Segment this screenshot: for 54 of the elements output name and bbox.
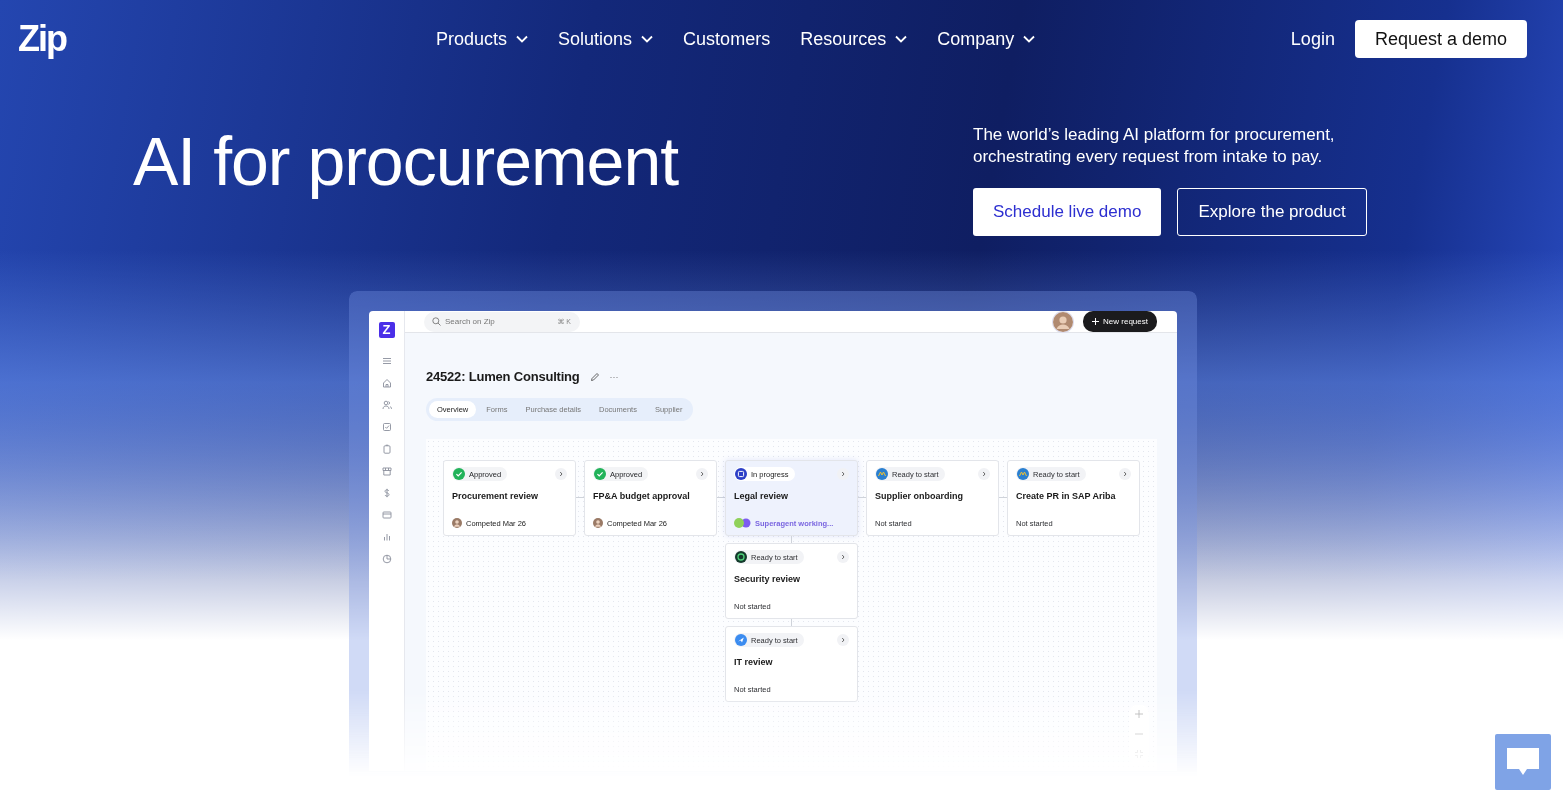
bar-chart-icon[interactable] <box>381 532 392 542</box>
home-icon[interactable] <box>381 378 392 388</box>
login-link[interactable]: Login <box>1290 28 1335 50</box>
pencil-icon[interactable] <box>589 371 600 382</box>
chevron-down-icon <box>516 35 529 43</box>
dollar-icon[interactable] <box>381 488 392 498</box>
stage-title: FP&A budget approval <box>593 491 691 501</box>
stage-title: Create PR in SAP Ariba <box>1016 491 1117 501</box>
new-request-button[interactable]: New request <box>1083 311 1157 332</box>
logo[interactable]: Zip <box>18 18 436 60</box>
nav-link[interactable]: Customers <box>683 28 771 50</box>
chevron-right-icon[interactable] <box>978 468 990 480</box>
pie-chart-icon[interactable] <box>381 554 392 564</box>
request-title: 24522: Lumen Consulting <box>426 369 580 384</box>
chevron-right-icon[interactable] <box>837 551 849 563</box>
hero-title: AI for procurement <box>133 122 680 201</box>
card-icon[interactable] <box>381 510 392 520</box>
person-avatar-icon <box>452 518 462 528</box>
nav-link[interactable]: Company <box>937 28 1036 50</box>
clipboard-icon[interactable] <box>381 444 392 454</box>
nav-link[interactable]: Resources <box>800 28 908 50</box>
stage-title: Procurement review <box>452 491 540 501</box>
menu-icon[interactable] <box>381 356 392 366</box>
explore-product-button[interactable]: Explore the product <box>1177 188 1367 236</box>
hero-tagline: The world’s leading AI platform for procurement, orchestrating every request from intake to pay. <box>973 124 1336 168</box>
users-icon[interactable] <box>381 400 392 410</box>
stage-title: Security review <box>734 574 802 584</box>
nav-link[interactable]: Products <box>436 28 529 50</box>
nav-link[interactable]: Solutions <box>558 28 654 50</box>
plus-icon <box>1092 318 1100 325</box>
zoom-in-icon[interactable] <box>1135 710 1143 718</box>
chevron-right-icon[interactable] <box>837 468 849 480</box>
person-avatar-icon <box>593 518 603 528</box>
stage-title: Supplier onboarding <box>875 491 964 501</box>
stage-title: IT review <box>734 657 774 667</box>
chevron-right-icon[interactable] <box>1119 468 1131 480</box>
more-button[interactable]: ··· <box>609 371 619 382</box>
search-icon <box>432 316 441 326</box>
checkbox-icon[interactable] <box>381 422 392 432</box>
schedule-demo-button[interactable]: Schedule live demo <box>973 188 1162 236</box>
request-demo-button[interactable]: Request a demo <box>1354 20 1527 58</box>
chevron-right-icon[interactable] <box>696 468 708 480</box>
chat-button[interactable] <box>1495 734 1551 790</box>
chevron-right-icon[interactable] <box>837 634 849 646</box>
chevron-down-icon <box>641 35 654 43</box>
chevron-down-icon <box>1023 35 1036 43</box>
agent-avatar-icon <box>734 518 751 528</box>
app-logo[interactable]: Z <box>378 322 395 338</box>
chat-bubble-icon <box>1506 747 1540 777</box>
chevron-down-icon <box>895 35 908 43</box>
chevron-right-icon[interactable] <box>555 468 567 480</box>
store-icon[interactable] <box>381 466 392 476</box>
stage-title: Legal review <box>734 491 790 501</box>
avatar-icon[interactable] <box>1053 311 1074 332</box>
